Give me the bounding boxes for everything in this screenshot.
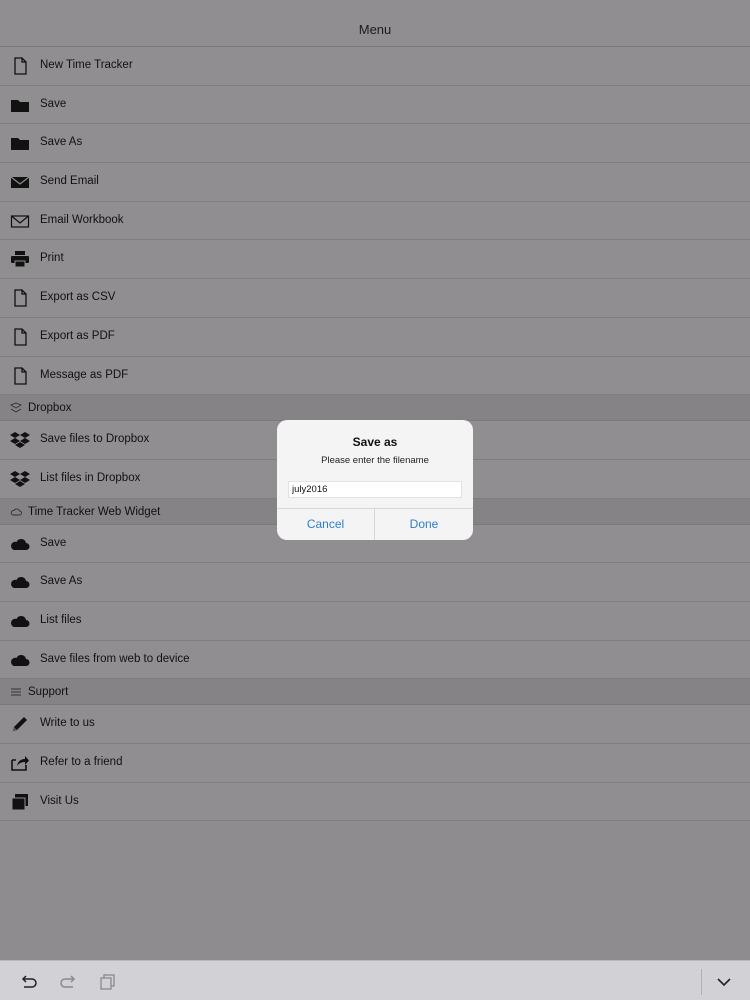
menu-item-refer-friend[interactable]: Refer to a friend — [0, 744, 750, 783]
menu-item-label: Write to us — [40, 717, 95, 730]
menu-item-email-workbook[interactable]: Email Workbook — [0, 201, 750, 241]
cloud-icon — [10, 534, 30, 554]
section-title: Time Tracker Web Widget — [28, 505, 161, 518]
undo-icon[interactable] — [20, 973, 38, 991]
envelope-filled-icon — [10, 172, 30, 192]
nav-header: Menu — [0, 0, 750, 47]
menu-item-label: Email Workbook — [40, 213, 124, 226]
dropbox-icon — [10, 402, 22, 414]
menu-item-web-save-as[interactable]: Save As — [0, 563, 750, 602]
menu-item-new-time-tracker[interactable]: New Time Tracker — [0, 47, 750, 86]
menu-item-send-email[interactable]: Send Email — [0, 163, 750, 202]
document-icon — [10, 288, 30, 308]
menu-item-save-as[interactable]: Save As — [0, 124, 750, 164]
menu-item-label: Save As — [40, 575, 83, 588]
section-header-support: Support — [0, 679, 750, 706]
menu-item-label: New Time Tracker — [40, 59, 133, 71]
menu-item-print[interactable]: Print — [0, 240, 750, 280]
menu-item-label: Refer to a friend — [40, 756, 123, 768]
document-icon — [10, 366, 30, 386]
toolbar-divider — [701, 969, 702, 995]
dialog-button-row: Cancel Done — [277, 508, 473, 540]
list-lines-icon — [10, 686, 22, 698]
cloud-outline-icon — [10, 506, 22, 518]
dropbox-icon — [10, 430, 30, 450]
chevron-down-icon[interactable] — [715, 973, 733, 991]
document-icon — [10, 327, 30, 347]
dropbox-icon — [10, 469, 30, 489]
menu-item-label: Export as PDF — [40, 329, 115, 342]
save-as-dialog: Save as Please enter the filename Cancel… — [277, 420, 473, 540]
section-title: Dropbox — [28, 402, 72, 415]
menu-item-save[interactable]: Save — [0, 85, 750, 125]
menu-item-message-pdf[interactable]: Message as PDF — [0, 356, 750, 396]
menu-item-label: Save — [40, 536, 67, 549]
redo-icon[interactable] — [59, 973, 77, 991]
document-icon — [10, 56, 30, 76]
menu-item-label: Save files from web to device — [40, 652, 190, 665]
cloud-icon — [10, 611, 30, 631]
printer-icon — [10, 249, 30, 269]
menu-item-label: List files in Dropbox — [40, 471, 141, 484]
menu-item-label: Visit Us — [40, 794, 79, 807]
menu-item-export-pdf[interactable]: Export as PDF — [0, 317, 750, 357]
menu-item-visit-us[interactable]: Visit Us — [0, 782, 750, 822]
menu-item-label: Message as PDF — [40, 368, 129, 381]
folder-icon — [10, 133, 30, 153]
menu-item-label: Print — [40, 252, 64, 265]
filename-input[interactable] — [288, 481, 462, 498]
menu-item-web-list-files[interactable]: List files — [0, 601, 750, 641]
cancel-button[interactable]: Cancel — [277, 509, 375, 540]
page-title: Menu — [358, 22, 392, 37]
cloud-icon — [10, 572, 30, 592]
menu-item-label: List files — [40, 613, 82, 626]
share-icon — [10, 753, 30, 773]
section-title: Support — [28, 686, 69, 699]
windows-icon — [10, 792, 30, 812]
done-button[interactable]: Done — [375, 509, 473, 540]
pencil-icon — [10, 714, 30, 734]
menu-item-label: Save As — [40, 136, 83, 149]
dialog-message: Please enter the filename — [321, 455, 429, 466]
envelope-outline-icon — [10, 211, 30, 231]
keyboard-toolbar — [0, 960, 750, 1000]
menu-item-label: Save files to Dropbox — [40, 433, 150, 446]
menu-item-web-to-device[interactable]: Save files from web to device — [0, 640, 750, 680]
section-header-dropbox: Dropbox — [0, 395, 750, 422]
paste-icon[interactable] — [99, 973, 117, 991]
menu-item-label: Export as CSV — [40, 291, 116, 304]
folder-icon — [10, 95, 30, 115]
cloud-icon — [10, 650, 30, 670]
menu-item-label: Send Email — [40, 175, 99, 188]
menu-item-write-to-us[interactable]: Write to us — [0, 705, 750, 744]
menu-item-export-csv[interactable]: Export as CSV — [0, 279, 750, 318]
dialog-title: Save as — [352, 435, 398, 449]
menu-item-label: Save — [40, 97, 67, 110]
